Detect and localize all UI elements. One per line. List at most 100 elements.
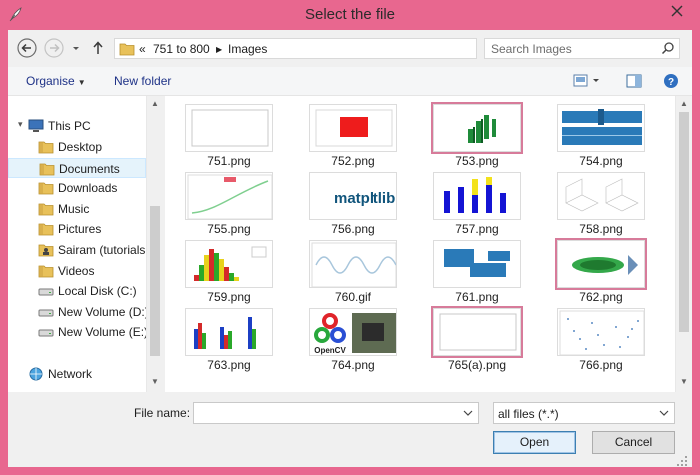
file-name: 765(a).png bbox=[447, 358, 507, 372]
chevron-down-icon: ▼ bbox=[77, 78, 86, 87]
file-name: 755.png bbox=[207, 222, 251, 236]
file-item[interactable]: 751.png bbox=[175, 100, 283, 168]
close-button[interactable] bbox=[662, 0, 692, 21]
address-overflow[interactable]: « bbox=[139, 42, 146, 56]
file-item[interactable]: 765(a).png bbox=[423, 304, 531, 372]
help-icon[interactable]: ? bbox=[662, 72, 680, 90]
sidebar-item-label: Downloads bbox=[58, 181, 118, 195]
organise-menu[interactable]: Organise ▼ bbox=[26, 74, 86, 88]
network-icon bbox=[29, 367, 43, 381]
file-thumbnail bbox=[185, 172, 273, 220]
sidebar-item-videos[interactable]: Videos bbox=[8, 261, 146, 281]
folder-icon bbox=[38, 223, 54, 236]
navigation-scrollbar[interactable]: ▲ ▼ bbox=[146, 96, 163, 392]
folder-icon bbox=[38, 265, 54, 278]
resize-grip-icon[interactable] bbox=[676, 455, 688, 467]
scroll-down-icon[interactable]: ▼ bbox=[680, 377, 688, 386]
file-item[interactable]: 752.png bbox=[299, 100, 407, 168]
sidebar-item-documents[interactable]: Documents bbox=[8, 158, 146, 178]
breadcrumb-folder-current[interactable]: Images bbox=[228, 42, 267, 56]
file-thumbnail bbox=[557, 308, 645, 356]
sidebar-item-music[interactable]: Music bbox=[8, 199, 146, 219]
file-thumbnail bbox=[309, 104, 397, 152]
sidebar-item-label: Network bbox=[48, 367, 93, 381]
file-thumbnail: matpl tlib bbox=[309, 172, 397, 220]
sidebar-item-sairam-tutorialsp[interactable]: Sairam (tutorialsp bbox=[8, 240, 146, 260]
file-item[interactable]: 759.png bbox=[175, 236, 283, 304]
file-thumbnail bbox=[185, 104, 273, 152]
open-button[interactable]: Open bbox=[493, 431, 576, 454]
organise-label: Organise bbox=[26, 74, 75, 88]
chevron-down-icon[interactable] bbox=[463, 409, 473, 417]
file-item[interactable]: 761.png bbox=[423, 236, 531, 304]
back-arrow-icon bbox=[17, 38, 37, 58]
svg-text:OpenCV: OpenCV bbox=[314, 346, 346, 355]
search-box[interactable] bbox=[484, 38, 680, 59]
breadcrumb-separator[interactable]: ▶ bbox=[216, 45, 222, 54]
sidebar-item-label: Videos bbox=[58, 264, 95, 278]
chevron-down-icon bbox=[73, 47, 79, 50]
sidebar-item-label: Pictures bbox=[58, 222, 102, 236]
file-name: 764.png bbox=[331, 358, 375, 372]
file-name: 753.png bbox=[455, 154, 499, 168]
recent-locations-button[interactable] bbox=[70, 37, 82, 59]
sidebar-item-new-volume-d[interactable]: New Volume (D:) bbox=[8, 302, 146, 322]
folder-icon bbox=[38, 182, 54, 195]
up-button[interactable] bbox=[90, 37, 106, 59]
file-item[interactable]: 758.png bbox=[547, 168, 655, 236]
3d-surfaces-thumbnail bbox=[560, 175, 644, 219]
sidebar-item-new-volume-e[interactable]: New Volume (E:) bbox=[8, 322, 146, 342]
green-scatter-thumbnail bbox=[560, 243, 644, 287]
3d-bars-thumbnail bbox=[436, 107, 520, 151]
new-folder-button[interactable]: New folder bbox=[114, 74, 171, 88]
file-item[interactable]: 753.png bbox=[423, 100, 531, 168]
file-item[interactable]: 754.png bbox=[547, 100, 655, 168]
file-item[interactable]: 760.gif bbox=[299, 236, 407, 304]
scroll-up-icon[interactable]: ▲ bbox=[680, 99, 688, 108]
blue-blocks-thumbnail bbox=[436, 243, 520, 287]
view-options-icon[interactable] bbox=[572, 72, 602, 90]
file-item[interactable]: OpenCV 764.png bbox=[299, 304, 407, 372]
file-list-scroll-thumb[interactable] bbox=[679, 112, 689, 332]
scroll-up-icon[interactable]: ▲ bbox=[151, 99, 159, 108]
file-thumbnail bbox=[433, 240, 521, 288]
file-list-scrollbar[interactable]: ▲ ▼ bbox=[675, 96, 692, 392]
histogram-thumbnail bbox=[188, 243, 272, 287]
search-input[interactable] bbox=[485, 39, 661, 58]
expand-chevron-icon[interactable]: ▾ bbox=[18, 119, 23, 130]
sidebar-item-downloads[interactable]: Downloads bbox=[8, 178, 146, 198]
file-item[interactable]: 766.png bbox=[547, 304, 655, 372]
file-thumbnail bbox=[185, 308, 273, 356]
file-thumbnail bbox=[433, 172, 521, 220]
file-type-value: all files (*.*) bbox=[498, 407, 559, 421]
computer-icon bbox=[28, 119, 44, 132]
file-type-select[interactable]: all files (*.*) bbox=[493, 402, 675, 424]
navigation-scroll-thumb[interactable] bbox=[150, 206, 160, 356]
sidebar-item-network[interactable]: Network bbox=[8, 364, 146, 384]
sidebar-item-desktop[interactable]: Desktop bbox=[8, 137, 146, 157]
scroll-down-icon[interactable]: ▼ bbox=[151, 377, 159, 386]
sidebar-item-this-pc[interactable]: ▾ This PC bbox=[8, 116, 146, 136]
file-item[interactable]: matpl tlib 756.png bbox=[299, 168, 407, 236]
sine-wave-thumbnail bbox=[311, 242, 396, 287]
address-bar[interactable]: « 751 to 800 ▶ Images bbox=[114, 38, 573, 59]
file-name-combobox[interactable] bbox=[193, 402, 479, 424]
file-item[interactable]: 762.png bbox=[547, 236, 655, 304]
back-button[interactable] bbox=[16, 37, 38, 59]
file-name: 766.png bbox=[579, 358, 623, 372]
preview-pane-icon[interactable] bbox=[625, 72, 643, 90]
file-item[interactable]: 755.png bbox=[175, 168, 283, 236]
blank-plot-thumbnail bbox=[439, 313, 517, 351]
svg-text:matpl: matpl bbox=[334, 190, 374, 207]
file-name: 762.png bbox=[579, 290, 623, 304]
file-item[interactable]: 763.png bbox=[175, 304, 283, 372]
file-name: 761.png bbox=[455, 290, 499, 304]
sidebar-item-pictures[interactable]: Pictures bbox=[8, 219, 146, 239]
drive-icon bbox=[38, 288, 54, 296]
sidebar-item-local-disk-c[interactable]: Local Disk (C:) bbox=[8, 281, 146, 301]
forward-button[interactable] bbox=[43, 37, 65, 59]
breadcrumb-folder-parent[interactable]: 751 to 800 bbox=[153, 42, 210, 56]
file-item[interactable]: 757.png bbox=[423, 168, 531, 236]
file-name-input[interactable] bbox=[194, 403, 466, 423]
cancel-button[interactable]: Cancel bbox=[592, 431, 675, 454]
